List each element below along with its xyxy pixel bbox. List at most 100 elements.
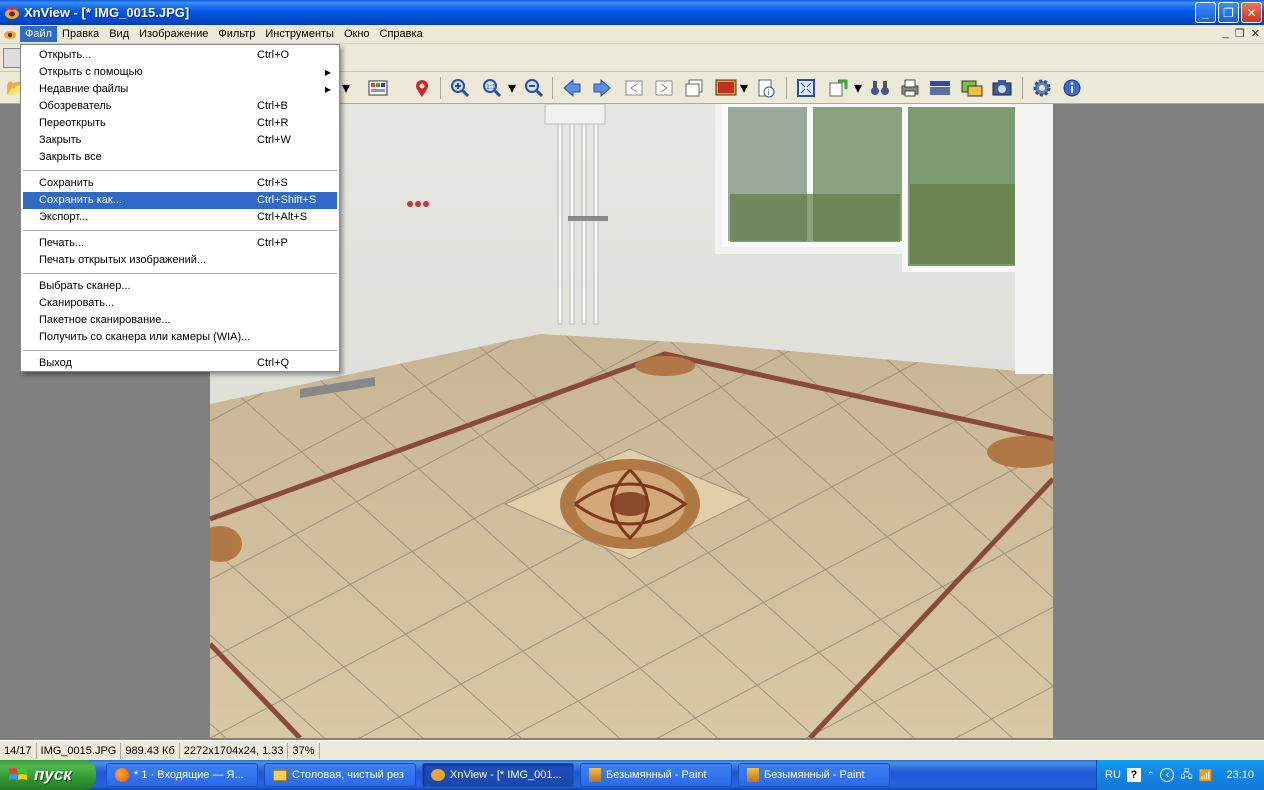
- menu-item-label: Сохранить: [39, 177, 94, 189]
- show-hidden-icons-icon[interactable]: ‹: [1160, 768, 1175, 782]
- firefox-icon: [115, 768, 129, 782]
- menu-item-reopen[interactable]: Переоткрыть Ctrl+R: [21, 115, 339, 132]
- convert-icon[interactable]: [826, 76, 850, 100]
- menu-item-exit[interactable]: Выход Ctrl+Q: [21, 355, 339, 372]
- menu-item-open-with[interactable]: Открыть с помощью ▶: [21, 64, 339, 81]
- taskbar-item-mail[interactable]: * 1 · Входящие — Я...: [106, 763, 258, 787]
- menu-filter[interactable]: Фильтр: [213, 26, 260, 42]
- menu-item-shortcut: Ctrl+B: [257, 100, 288, 112]
- menu-item-browser[interactable]: Обозреватель Ctrl+B: [21, 98, 339, 115]
- paint-icon: [589, 768, 601, 782]
- menu-window[interactable]: Окно: [339, 26, 375, 42]
- menu-item-shortcut: Ctrl+Alt+S: [257, 211, 308, 223]
- status-filename: IMG_0015.JPG: [37, 742, 122, 759]
- red-eye-icon[interactable]: [410, 76, 434, 100]
- network-icon[interactable]: 🖧: [1180, 766, 1192, 785]
- maximize-button[interactable]: ❐: [1218, 2, 1239, 23]
- windows-logo-icon: [9, 768, 27, 780]
- menu-item-shortcut: Ctrl+R: [257, 117, 289, 129]
- menu-separator: [23, 350, 337, 351]
- capture-icon[interactable]: [960, 76, 984, 100]
- taskbar-item-label: Безымянный - Paint: [606, 769, 707, 781]
- wireless-icon[interactable]: 📶: [1199, 769, 1213, 782]
- menu-tools[interactable]: Инструменты: [260, 26, 339, 42]
- previous-arrow-icon[interactable]: [560, 76, 584, 100]
- menu-item-save[interactable]: Сохранить Ctrl+S: [21, 175, 339, 192]
- menu-item-open[interactable]: Открыть... Ctrl+O: [21, 47, 339, 64]
- print-icon[interactable]: [898, 76, 922, 100]
- binoculars-icon[interactable]: [868, 76, 892, 100]
- start-button[interactable]: пуск: [0, 760, 96, 790]
- menu-edit[interactable]: Правка: [57, 26, 104, 42]
- taskbar-item-xnview[interactable]: XnView - [* IMG_001...: [422, 763, 574, 787]
- menu-item-label: Выбрать сканер...: [39, 280, 131, 292]
- camera-icon[interactable]: [990, 76, 1014, 100]
- menu-item-label: Закрыть: [39, 134, 82, 146]
- fit-window-icon[interactable]: [794, 76, 818, 100]
- close-button[interactable]: ✕: [1241, 2, 1262, 23]
- menu-item-select-scanner[interactable]: Выбрать сканер...: [21, 278, 339, 295]
- submenu-arrow-icon: ▶: [324, 68, 331, 77]
- zoom-actual-icon[interactable]: 1:1: [480, 76, 504, 100]
- taskbar-item-folder[interactable]: Столовая, чистый рез: [264, 763, 416, 787]
- file-properties-icon[interactable]: i: [754, 76, 778, 100]
- menu-item-wia[interactable]: Получить со сканера или камеры (WIA)...: [21, 329, 339, 346]
- color-palette-icon[interactable]: [366, 76, 390, 100]
- menu-item-label: Обозреватель: [39, 100, 112, 112]
- menu-item-batch-scan[interactable]: Пакетное сканирование...: [21, 312, 339, 329]
- first-page-icon[interactable]: [622, 76, 646, 100]
- mdi-restore-button[interactable]: ❐: [1235, 27, 1245, 40]
- menu-help[interactable]: Справка: [375, 26, 428, 42]
- menu-bar: Файл Правка Вид Изображение Фильтр Инстр…: [0, 25, 1264, 44]
- document-icon[interactable]: [3, 27, 17, 41]
- taskbar-item-paint-2[interactable]: Безымянный - Paint: [738, 763, 890, 787]
- menu-file[interactable]: Файл: [20, 26, 58, 42]
- taskbar-item-label: XnView - [* IMG_001...: [450, 769, 562, 781]
- zoom-dropdown-icon[interactable]: ▾: [506, 76, 518, 100]
- settings-gear-icon[interactable]: [1030, 76, 1054, 100]
- about-info-icon[interactable]: [1060, 76, 1084, 100]
- menu-item-shortcut: Ctrl+O: [257, 49, 290, 61]
- dropdown-arrow-icon[interactable]: ▾: [340, 76, 352, 100]
- zoom-in-icon[interactable]: [448, 76, 472, 100]
- menu-item-print-open-images[interactable]: Печать открытых изображений...: [21, 252, 339, 269]
- menu-item-recent-files[interactable]: Недавние файлы ▶: [21, 81, 339, 98]
- mdi-close-button[interactable]: ✕: [1251, 27, 1260, 40]
- minimize-button[interactable]: _: [1195, 2, 1216, 23]
- menu-view[interactable]: Вид: [104, 26, 134, 42]
- menu-item-label: Переоткрыть: [39, 117, 106, 129]
- window-title: XnView - [* IMG_0015.JPG]: [24, 5, 190, 20]
- convert-dropdown-icon[interactable]: ▾: [852, 76, 864, 100]
- menu-separator: [23, 230, 337, 231]
- menu-item-label: Выход: [39, 357, 72, 369]
- menu-item-close-all[interactable]: Закрыть все: [21, 149, 339, 166]
- slideshow-dropdown-icon[interactable]: ▾: [738, 76, 750, 100]
- xnview-app-icon[interactable]: [4, 5, 20, 21]
- menu-item-shortcut: Ctrl+Shift+S: [257, 194, 317, 206]
- menu-item-scan[interactable]: Сканировать...: [21, 295, 339, 312]
- zoom-out-icon[interactable]: [522, 76, 546, 100]
- menu-item-shortcut: Ctrl+W: [257, 134, 291, 146]
- menu-image[interactable]: Изображение: [134, 26, 213, 42]
- menu-item-print[interactable]: Печать... Ctrl+P: [21, 235, 339, 252]
- clock[interactable]: 23:10: [1226, 769, 1254, 781]
- language-indicator[interactable]: RU: [1105, 769, 1121, 781]
- menu-item-label: Недавние файлы: [39, 83, 129, 95]
- multipage-icon[interactable]: [682, 76, 706, 100]
- mdi-minimize-button[interactable]: _: [1223, 27, 1229, 40]
- menu-item-shortcut: Ctrl+P: [257, 237, 288, 249]
- taskbar-item-paint-1[interactable]: Безымянный - Paint: [580, 763, 732, 787]
- menu-item-export[interactable]: Экспорт... Ctrl+Alt+S: [21, 209, 339, 226]
- next-arrow-icon[interactable]: [590, 76, 614, 100]
- help-icon[interactable]: ?: [1126, 768, 1141, 782]
- slideshow-icon[interactable]: [714, 76, 738, 100]
- menu-separator: [23, 273, 337, 274]
- tray-expand-icon[interactable]: ⌃: [1147, 770, 1155, 781]
- scanner-icon[interactable]: [928, 76, 952, 100]
- taskbar-item-label: Столовая, чистый рез: [292, 769, 404, 781]
- last-page-icon[interactable]: [652, 76, 676, 100]
- menu-item-save-as[interactable]: Сохранить как... Ctrl+Shift+S: [23, 192, 337, 209]
- svg-text:1:1: 1:1: [486, 84, 496, 91]
- menu-item-close[interactable]: Закрыть Ctrl+W: [21, 132, 339, 149]
- svg-text:i: i: [768, 88, 770, 97]
